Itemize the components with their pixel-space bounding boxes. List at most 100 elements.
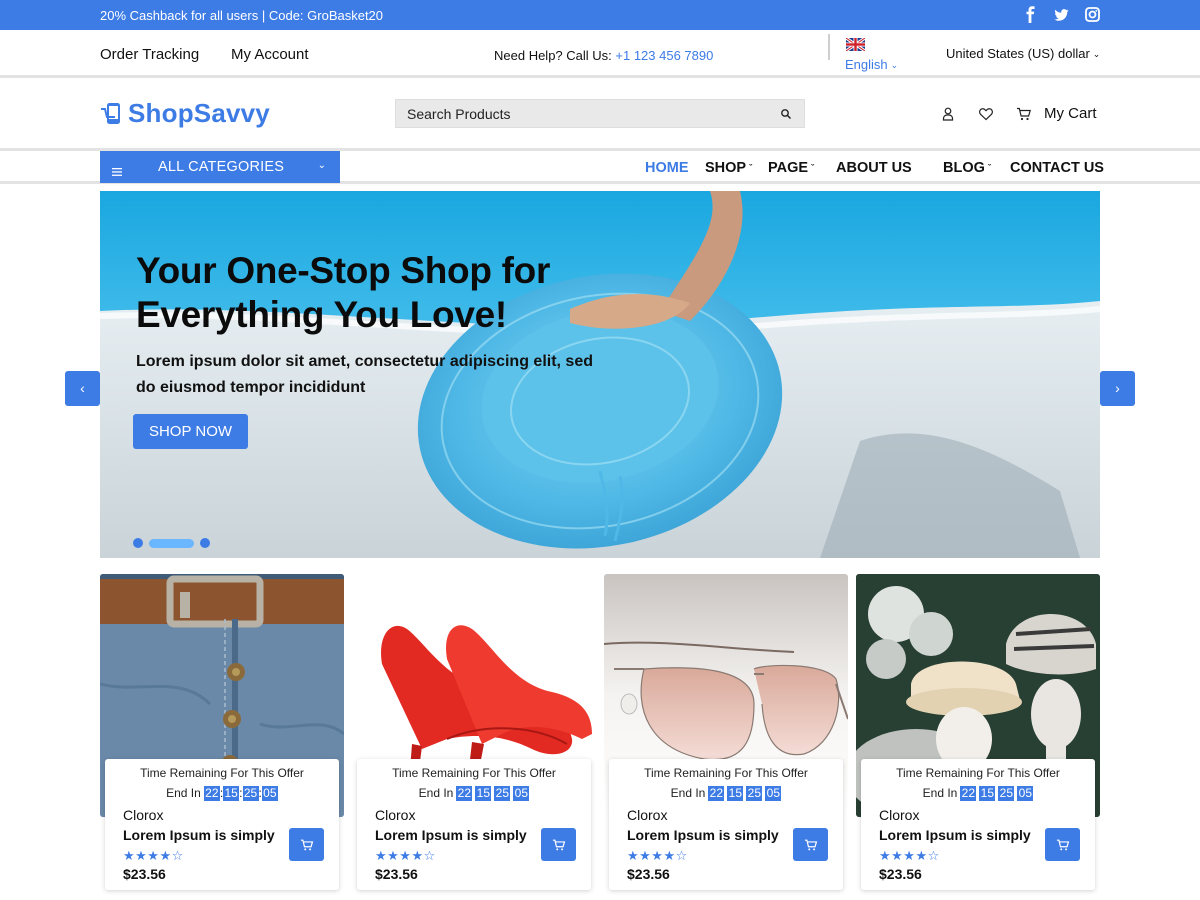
rating-stars: ★★★★☆ [627,848,688,863]
product-info: Time Remaining For This Offer End In 22 15… [357,759,591,890]
countdown-hours: 15 [979,786,996,801]
slider-dot-active[interactable] [149,538,194,548]
slider-prev-button[interactable]: ‹ [65,371,100,406]
countdown-hours: 15 [223,786,240,801]
phone-link[interactable]: +1 123 456 7890 [615,48,713,63]
add-to-cart-button[interactable] [289,828,324,861]
product-brand: Clorox [375,807,416,823]
rating-stars: ★★★★☆ [879,848,940,863]
product-card[interactable]: Time Remaining For This Offer End In 22 15… [352,574,596,890]
offer-countdown: End In 22 15 25 05 [357,786,591,801]
language-select[interactable]: English ⌄ [845,57,898,72]
offer-countdown: End In 22 15 25 05 [609,786,843,801]
social-links [1023,6,1100,24]
hero-slider: Your One-Stop Shop for Everything You Lo… [100,191,1100,558]
product-price: $23.56 [627,866,670,882]
nav-home[interactable]: HOME [645,160,689,176]
offer-countdown: End In 22:15:25:05 [166,786,278,801]
currency-label: United States (US) dollar [946,46,1090,61]
product-brand: Clorox [123,807,164,823]
nav-shop[interactable]: SHOP ˇ [705,160,752,176]
search-box [395,99,805,128]
countdown-seconds: 05 [513,786,530,801]
cart-icon [552,839,565,850]
nav-blog-label: BLOG [943,160,985,176]
chevron-down-icon: ⌄ [317,160,326,171]
rating-stars: ★★★★☆ [123,848,184,863]
menu-icon [112,163,122,176]
countdown-seconds: 05 [1017,786,1034,801]
chevron-down-icon: ˇ [749,163,753,173]
slider-dot[interactable] [133,538,143,548]
product-price: $23.56 [123,866,166,882]
logo[interactable]: ShopSavvy [100,98,270,129]
instagram-icon[interactable] [1085,6,1100,23]
countdown-days: 22 [456,786,473,801]
countdown-minutes: 25 [998,786,1015,801]
all-categories-button[interactable]: ALL CATEGORIES ⌄ [100,151,340,183]
hero-subtitle: Lorem ipsum dolor sit amet, consectetur … [136,353,593,396]
add-to-cart-button[interactable] [1045,828,1080,861]
offer-timer-title: Time Remaining For This Offer [896,766,1060,780]
main-nav: ALL CATEGORIES ⌄ HOME SHOP ˇ PAGE ˇ ABOUT … [0,148,1200,184]
language-label: English [845,57,888,72]
twitter-icon[interactable] [1054,6,1069,23]
countdown-days: 22 [203,786,220,801]
search-icon[interactable] [780,107,792,120]
product-info: Time Remaining For This Offer End In 22 15… [609,759,843,890]
utility-bar: Order Tracking My Account Need Help? Cal… [0,32,1200,78]
nav-about-us[interactable]: ABOUT US [836,160,912,176]
help-label: Need Help? Call Us: [494,48,616,63]
uk-flag-icon [845,36,866,53]
my-cart-link[interactable]: My Cart [1044,105,1097,122]
rating-stars: ★★★★☆ [375,848,436,863]
currency-select[interactable]: United States (US) dollar ⌄ [946,46,1100,61]
chevron-down-icon: ⌄ [1092,49,1101,59]
end-in-label: End In [922,786,958,800]
hero-title: Your One-Stop Shop for Everything You Lo… [136,250,551,335]
add-to-cart-button[interactable] [793,828,828,861]
nav-contact-us[interactable]: CONTACT US [1010,160,1104,176]
product-card[interactable]: Time Remaining For This Offer End In 22 15… [604,574,848,890]
countdown-days: 22 [960,786,977,801]
chevron-down-icon: ⌄ [890,60,899,70]
heart-icon[interactable] [978,106,994,122]
product-card[interactable]: Time Remaining For This Offer End In 22 15… [856,574,1100,890]
facebook-icon[interactable] [1023,6,1038,24]
chevron-down-icon: ˇ [987,163,991,173]
product-name[interactable]: Lorem Ipsum is simply [879,827,1031,843]
user-icon[interactable] [940,106,956,122]
cart-icon [1056,839,1069,850]
offer-timer-title: Time Remaining For This Offer [140,766,304,780]
add-to-cart-button[interactable] [541,828,576,861]
cart-icon [804,839,817,850]
nav-page-label: PAGE [768,160,809,176]
nav-page[interactable]: PAGE ˇ [768,160,814,176]
logo-text: ShopSavvy [128,98,270,128]
offer-countdown: End In 22 15 25 05 [861,786,1095,801]
cart-icon [300,839,313,850]
search-input[interactable] [396,100,766,127]
product-name[interactable]: Lorem Ipsum is simply [375,827,527,843]
product-info: Time Remaining For This Offer End In 22 15… [861,759,1095,890]
countdown-hours: 15 [727,786,744,801]
offer-timer-title: Time Remaining For This Offer [392,766,556,780]
end-in-label: End In [418,786,454,800]
countdown-seconds: 05 [765,786,782,801]
product-name[interactable]: Lorem Ipsum is simply [123,827,275,843]
shop-now-button[interactable]: SHOP NOW [133,414,248,449]
order-tracking-link[interactable]: Order Tracking [100,46,199,63]
countdown-minutes: 25 [494,786,511,801]
product-card[interactable]: Time Remaining For This Offer End In 22:1… [100,574,344,890]
promo-bar: 20% Cashback for all users | Code: GroBa… [0,0,1200,30]
product-name[interactable]: Lorem Ipsum is simply [627,827,779,843]
cart-icon[interactable] [1016,106,1032,122]
my-account-link[interactable]: My Account [231,46,309,63]
site-header: ShopSavvy My Cart [0,80,1200,148]
product-price: $23.56 [879,866,922,882]
slider-next-button[interactable]: › [1100,371,1135,406]
product-brand: Clorox [627,807,668,823]
slider-dot[interactable] [200,538,210,548]
nav-blog[interactable]: BLOG ˇ [943,160,991,176]
slider-dots [133,538,210,548]
